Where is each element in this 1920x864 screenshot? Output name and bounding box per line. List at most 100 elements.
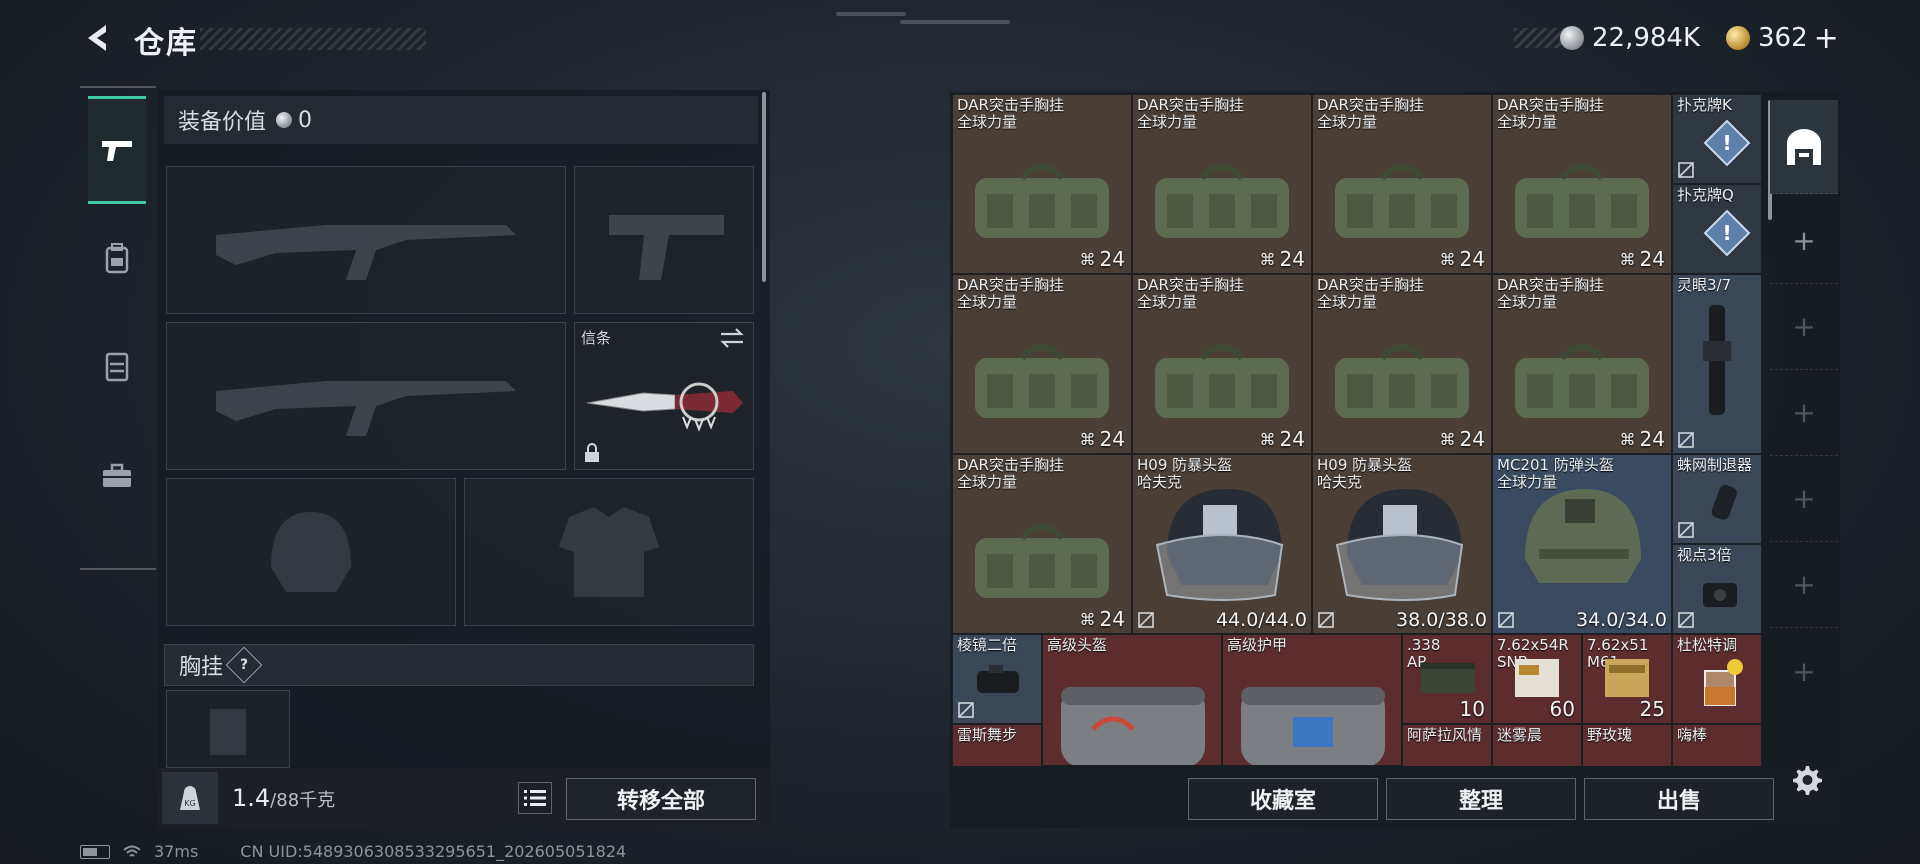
storage-page-slot[interactable]: + xyxy=(1770,370,1838,456)
storage-page-list: + + + + + + xyxy=(1770,92,1838,742)
storage-item[interactable]: DAR突击手胸挂 全球力量 ⌘ 24 xyxy=(952,94,1132,274)
no-sell-icon xyxy=(958,702,974,718)
storage-item-armor-case[interactable]: 高级护甲 xyxy=(1222,634,1402,766)
item-name: DAR突击手胸挂 全球力量 xyxy=(957,276,1064,311)
storage-item-helmet[interactable]: H09 防暴头盔 哈夫克 38.0/38.0 xyxy=(1312,454,1492,634)
add-currency-button[interactable]: + xyxy=(1814,21,1839,56)
storage-page-slot[interactable]: + xyxy=(1770,628,1838,714)
item-name: 嗨棒 xyxy=(1677,726,1708,744)
item-durability: 44.0/44.0 xyxy=(1215,609,1307,631)
silver-currency: 22,984K xyxy=(1560,18,1700,58)
storage-item-card-k[interactable]: 扑克牌K ! xyxy=(1672,94,1762,184)
transfer-all-button[interactable]: 转移全部 xyxy=(566,778,756,820)
storage-item[interactable]: DAR突击手胸挂 全球力量 ⌘ 24 xyxy=(952,274,1132,454)
storage-page-main[interactable] xyxy=(1770,100,1838,194)
stack-icon: ⌘ xyxy=(1079,429,1096,449)
storage-item-ammo[interactable]: 7.62x51 M61 25 xyxy=(1582,634,1672,724)
battery-icon xyxy=(80,844,110,859)
armor-silhouette-icon xyxy=(465,479,753,625)
equipment-value-header: 装备价值 0 xyxy=(164,96,758,144)
duffel-bag-icon xyxy=(1335,164,1469,239)
storage-item-ammo[interactable]: 7.62x54R SNB 60 xyxy=(1492,634,1582,724)
storage-item[interactable]: DAR突击手胸挂 全球力量 ⌘ 24 xyxy=(952,454,1132,634)
tab-chest-rig[interactable] xyxy=(88,312,146,420)
item-count: ⌘ 24 xyxy=(1439,247,1485,271)
silver-coin-icon xyxy=(276,112,293,128)
storage-item-drink[interactable]: 阿萨拉风情 xyxy=(1402,724,1492,766)
item-name: 杜松特调 xyxy=(1677,636,1738,654)
storage-item-drink[interactable]: 嗨棒 xyxy=(1672,724,1762,766)
item-name: DAR突击手胸挂 全球力量 xyxy=(1317,96,1424,131)
swap-icon[interactable] xyxy=(719,327,745,349)
storage-item-sight[interactable]: 视点3倍 xyxy=(1672,544,1762,634)
slot-helmet[interactable] xyxy=(166,478,456,626)
slot-primary-weapon-2[interactable] xyxy=(166,322,566,470)
storage-page-slot[interactable]: + xyxy=(1770,542,1838,628)
storage-item-prism-scope[interactable]: 棱镜二倍 xyxy=(952,634,1042,724)
storage-item-scope[interactable]: 灵眼3/7 xyxy=(1672,274,1762,454)
storage-item[interactable]: DAR突击手胸挂 全球力量 ⌘ 24 xyxy=(1312,274,1492,454)
item-name: 阿萨拉风情 xyxy=(1407,726,1483,744)
backpack-icon xyxy=(105,243,129,274)
equipment-scrollbar[interactable] xyxy=(762,92,766,282)
slot-armor[interactable] xyxy=(464,478,754,626)
sell-button[interactable]: 出售 xyxy=(1584,778,1774,820)
duffel-bag-icon xyxy=(1155,164,1289,239)
equip-value: 0 xyxy=(298,107,313,133)
storage-item-ammo[interactable]: .338 AP 10 xyxy=(1402,634,1492,724)
item-count: ⌘ 24 xyxy=(1259,247,1305,271)
tab-backpack[interactable] xyxy=(88,204,146,312)
collection-button[interactable]: 收藏室 xyxy=(1188,778,1378,820)
item-name: DAR突击手胸挂 全球力量 xyxy=(1137,276,1244,311)
gold-currency[interactable]: 362 + xyxy=(1726,18,1839,58)
no-sell-icon xyxy=(1318,612,1334,628)
help-button[interactable]: ? xyxy=(225,646,263,684)
add-storage-page-button[interactable]: + xyxy=(1770,198,1838,284)
storage-item[interactable]: DAR突击手胸挂 全球力量 ⌘ 24 xyxy=(1132,274,1312,454)
storage-page-slot[interactable]: + xyxy=(1770,456,1838,542)
item-count: ⌘ 24 xyxy=(1619,247,1665,271)
slot-primary-weapon-1[interactable] xyxy=(166,166,566,314)
status-bar: 37ms CN UID:5489306308533295651_20260505… xyxy=(80,842,626,861)
no-sell-icon xyxy=(1138,612,1154,628)
ammo-box-icon xyxy=(1421,663,1475,693)
svg-text:!: ! xyxy=(1722,131,1731,155)
storage-item[interactable]: DAR突击手胸挂 全球力量 ⌘ 24 xyxy=(1312,94,1492,274)
back-button[interactable] xyxy=(80,20,116,56)
item-count: ⌘ 24 xyxy=(1079,607,1125,631)
storage-item-drink[interactable]: 杜松特调 xyxy=(1672,634,1762,724)
plus-icon: + xyxy=(1792,654,1816,688)
no-sell-icon xyxy=(1498,612,1514,628)
storage-item-drink[interactable]: 雷斯舞步 xyxy=(952,724,1042,766)
item-count: ⌘ 24 xyxy=(1259,427,1305,451)
vest-icon xyxy=(105,352,129,382)
plus-icon: + xyxy=(1792,224,1816,257)
storage-page-slot[interactable]: + xyxy=(1770,284,1838,370)
list-view-button[interactable] xyxy=(518,782,552,814)
storage-item-helmet[interactable]: H09 防暴头盔 哈夫克 44.0/44.0 xyxy=(1132,454,1312,634)
tab-weapons[interactable] xyxy=(88,96,146,204)
helmet-silhouette-icon xyxy=(167,479,455,625)
storage-item-card-q[interactable]: 扑克牌Q ! xyxy=(1672,184,1762,274)
storage-item[interactable]: DAR突击手胸挂 全球力量 ⌘ 24 xyxy=(1492,274,1672,454)
settings-gear-icon[interactable] xyxy=(1788,762,1824,798)
prism-scope-icon xyxy=(977,665,1019,693)
briefcase-icon xyxy=(103,463,131,487)
storage-item[interactable]: DAR突击手胸挂 全球力量 ⌘ 24 xyxy=(1492,94,1672,274)
storage-item-suppressor[interactable]: 蛛网制退器 xyxy=(1672,454,1762,544)
slot-melee[interactable]: 信条 xyxy=(574,322,754,470)
storage-item-helmet-case[interactable]: 高级头盔 xyxy=(1042,634,1222,766)
slot-chest-rig[interactable] xyxy=(166,690,290,768)
tab-case[interactable] xyxy=(88,422,146,530)
storage-item[interactable]: DAR突击手胸挂 全球力量 ⌘ 24 xyxy=(1132,94,1312,274)
item-name: 扑克牌K xyxy=(1677,96,1732,114)
item-count: 10 xyxy=(1459,697,1485,721)
page-title: 仓库 xyxy=(134,26,198,61)
stack-icon: ⌘ xyxy=(1259,429,1276,449)
storage-item-drink[interactable]: 野玫瑰 xyxy=(1582,724,1672,766)
storage-grid: DAR突击手胸挂 全球力量 ⌘ 24 DAR突击手胸挂 全球力量 ⌘ 24 DAR突击手… xyxy=(952,94,1764,766)
slot-sidearm[interactable] xyxy=(574,166,754,314)
organize-button[interactable]: 整理 xyxy=(1386,778,1576,820)
storage-item-helmet[interactable]: MC201 防弹头盔 全球力量 34.0/34.0 xyxy=(1492,454,1672,634)
storage-item-drink[interactable]: 迷雾晨 xyxy=(1492,724,1582,766)
